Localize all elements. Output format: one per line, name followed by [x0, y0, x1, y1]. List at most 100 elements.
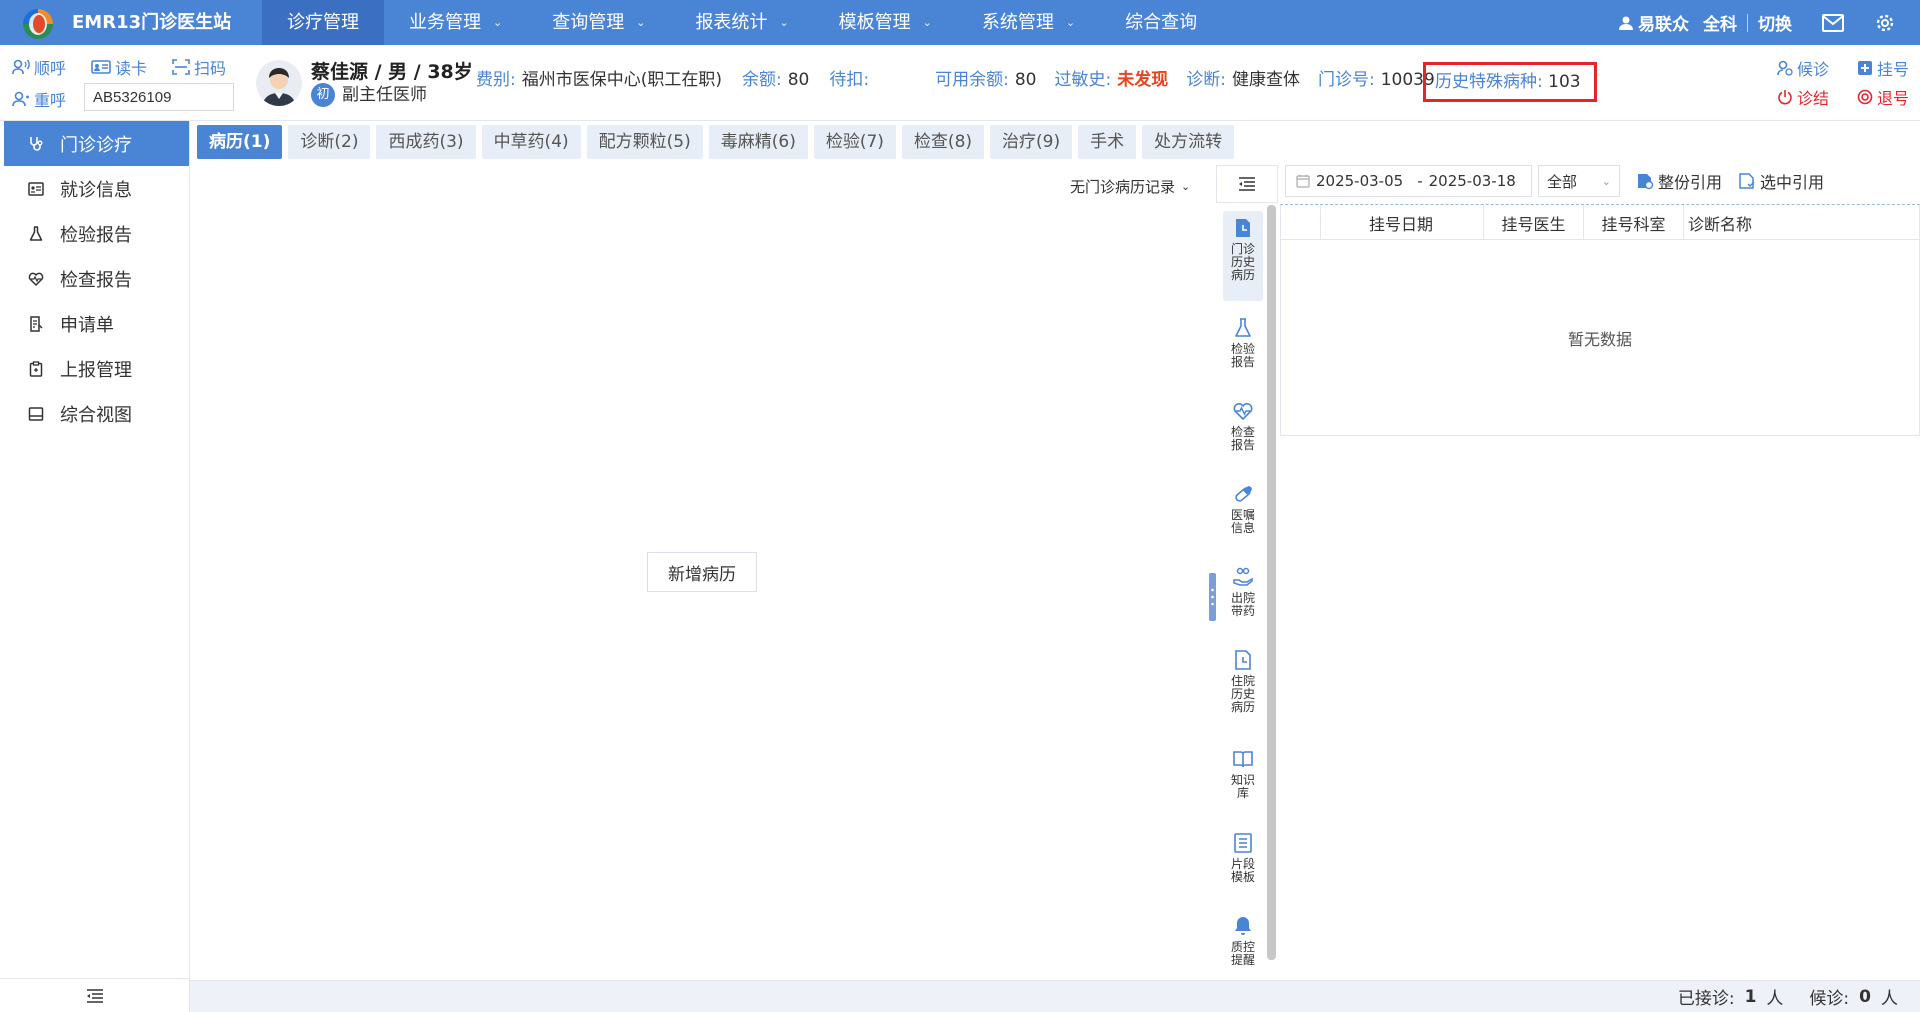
tab-surgery[interactable]: 手术: [1078, 125, 1137, 159]
add-medical-record-button[interactable]: 新增病历: [647, 552, 757, 592]
patient-info-strip: 费别: 福州市医保中心(职工在职) 余额: 80 待扣: 可用余额: 80 过敏…: [476, 68, 1455, 92]
app-logo-icon: [22, 8, 54, 40]
left-sidebar: 门诊诊疗 就诊信息 检验报告 检查报告 申请单 上报管理 综合视图: [0, 121, 190, 1012]
chevron-down-icon: ⌄: [922, 16, 932, 29]
user-area: 易联众 全科 切换: [1618, 0, 1920, 45]
chevron-down-icon: ⌄: [1601, 174, 1611, 188]
nav-system-management[interactable]: 系统管理 ⌄: [957, 0, 1100, 45]
nav-template-management[interactable]: 模板管理 ⌄: [814, 0, 957, 45]
record-filter-dropdown[interactable]: 无门诊病历记录 ⌄: [1070, 176, 1190, 197]
vbar-inpatient-history[interactable]: 住院历史病历: [1223, 649, 1263, 714]
card-number-input[interactable]: [84, 83, 234, 111]
history-table: 挂号日期 挂号医生 挂号科室 诊断名称 暂无数据: [1280, 204, 1920, 436]
form-icon: [28, 315, 44, 332]
sidebar-item-report-management[interactable]: 上报管理: [0, 346, 189, 391]
tab-medical-record[interactable]: 病历(1): [197, 125, 283, 159]
vbar-lab-report[interactable]: 检验报告: [1223, 317, 1263, 369]
tab-treatment[interactable]: 治疗(9): [990, 125, 1073, 159]
allergy-value: 未发现: [1117, 70, 1169, 90]
vbar-order-info[interactable]: 医嘱信息: [1223, 483, 1263, 535]
diagnosis-label: 诊断:: [1186, 70, 1226, 90]
plus-square-icon: [1857, 60, 1873, 76]
column-header[interactable]: 挂号日期: [1321, 205, 1484, 240]
column-header[interactable]: 诊断名称: [1684, 205, 1919, 240]
cancel-registration-button[interactable]: 退号: [1857, 85, 1909, 109]
flask-icon: [28, 225, 44, 242]
nav-diagnosis-management[interactable]: 诊疗管理: [262, 0, 384, 45]
balance-value: 80: [787, 70, 810, 90]
user-menu[interactable]: 易联众: [1618, 10, 1689, 35]
cite-selected-button[interactable]: 选中引用: [1738, 169, 1824, 193]
user-clock-icon: [1777, 60, 1793, 76]
sidebar-item-exam-report[interactable]: 检查报告: [0, 256, 189, 301]
scan-button[interactable]: 扫码: [172, 55, 226, 79]
nav-label: 诊疗管理: [287, 12, 359, 33]
tab-lab-test[interactable]: 检验(7): [813, 125, 896, 159]
panel-toggle-button[interactable]: [1216, 165, 1278, 203]
heart-pulse-icon: [1232, 400, 1254, 422]
sidebar-item-lab-report[interactable]: 检验报告: [0, 211, 189, 256]
settings-gear-icon[interactable]: [1874, 12, 1896, 34]
scope-select-value: 全部: [1547, 172, 1578, 191]
tab-formula-granules[interactable]: 配方颗粒(5): [586, 125, 703, 159]
sidebar-item-label: 上报管理: [60, 359, 132, 381]
nav-report-statistics[interactable]: 报表统计 ⌄: [670, 0, 813, 45]
waiting-unit: 人: [1881, 989, 1898, 1009]
top-navbar: EMR13门诊医生站 诊疗管理 业务管理 ⌄ 查询管理 ⌄ 报表统计 ⌄ 模板管理 ⌄ …: [0, 0, 1920, 45]
doc-select-icon: [1738, 172, 1756, 190]
pending-value: [875, 68, 915, 92]
chevron-down-icon: ⌄: [1181, 180, 1191, 193]
column-header[interactable]: 挂号医生: [1484, 205, 1584, 240]
nav-business-management[interactable]: 业务管理 ⌄: [384, 0, 527, 45]
vbar-snippet-template[interactable]: 片段模板: [1223, 832, 1263, 884]
first-visit-badge: 初: [311, 83, 335, 107]
vbar-discharge-medication[interactable]: 出院带药: [1223, 566, 1263, 618]
finish-visit-button[interactable]: 诊结: [1777, 85, 1829, 109]
tab-diagnosis[interactable]: 诊断(2): [288, 125, 371, 159]
mail-icon[interactable]: [1822, 13, 1844, 32]
flask-icon: [1232, 317, 1254, 339]
vbar-label: 知识库: [1230, 773, 1255, 800]
panel-resize-handle[interactable]: [1209, 573, 1216, 621]
empty-state-text: 暂无数据: [1567, 330, 1632, 349]
nav-query-management[interactable]: 查询管理 ⌄: [527, 0, 670, 45]
table-header: 挂号日期 挂号医生 挂号科室 诊断名称: [1281, 205, 1919, 240]
history-special-disease-highlight[interactable]: 历史特殊病种: 103: [1423, 62, 1597, 102]
received-unit: 人: [1766, 989, 1784, 1009]
vbar-outpatient-history[interactable]: 门诊历史病历: [1223, 211, 1263, 301]
hand-pill-icon: [1232, 566, 1254, 588]
column-header[interactable]: 挂号科室: [1584, 205, 1684, 240]
nav-comprehensive-query[interactable]: 综合查询: [1100, 0, 1222, 45]
tab-controlled-drugs[interactable]: 毒麻精(6): [708, 125, 808, 159]
register-button[interactable]: 挂号: [1857, 56, 1909, 80]
nav-label: 综合查询: [1125, 12, 1198, 33]
nav-label: 系统管理: [981, 12, 1054, 33]
sidebar-item-outpatient[interactable]: 门诊诊疗: [4, 121, 189, 166]
tab-western-medicine[interactable]: 西成药(3): [376, 125, 476, 159]
nav-label: 报表统计: [695, 12, 768, 33]
scope-select[interactable]: 全部 ⌄: [1538, 165, 1620, 197]
department-name: 全科: [1703, 15, 1737, 35]
sidebar-item-visit-info[interactable]: 就诊信息: [0, 166, 189, 211]
cite-whole-button[interactable]: 整份引用: [1636, 169, 1722, 193]
tab-examination[interactable]: 检查(8): [901, 125, 985, 159]
pending-label: 待扣:: [829, 70, 870, 90]
recall-button[interactable]: 重呼: [12, 87, 66, 111]
vertical-scrollbar[interactable]: [1267, 205, 1276, 960]
tab-prescription-circulation[interactable]: 处方流转: [1142, 125, 1235, 159]
switch-button[interactable]: 切换: [1758, 10, 1792, 35]
sidebar-item-overview[interactable]: 综合视图: [0, 391, 189, 436]
stethoscope-icon: [28, 136, 44, 152]
vbar-exam-report[interactable]: 检查报告: [1223, 400, 1263, 452]
wait-button[interactable]: 候诊: [1777, 56, 1829, 80]
vbar-quality-reminder[interactable]: 质控提醒: [1223, 915, 1263, 967]
sidebar-collapse-button[interactable]: [0, 978, 190, 1012]
sidebar-item-request-form[interactable]: 申请单: [0, 301, 189, 346]
vbar-knowledge-base[interactable]: 知识库: [1223, 748, 1263, 800]
cancel-registration-label: 退号: [1877, 89, 1910, 108]
call-button[interactable]: 顺呼: [12, 55, 66, 79]
tab-chinese-herbs[interactable]: 中草药(4): [481, 125, 581, 159]
read-card-button[interactable]: 读卡: [91, 55, 147, 79]
date-range-picker[interactable]: 2025-03-05 - 2025-03-18: [1285, 165, 1532, 197]
menu-collapse-icon: [86, 988, 104, 1003]
